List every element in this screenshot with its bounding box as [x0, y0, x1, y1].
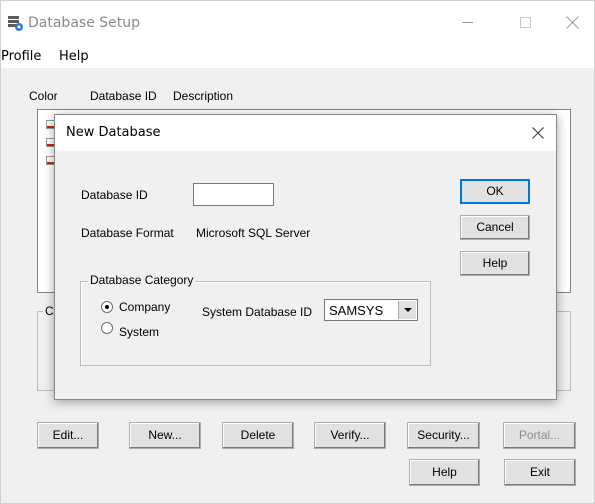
edit-button[interactable]: Edit...	[37, 422, 99, 449]
system-database-id-select[interactable]: SAMSYS	[324, 299, 418, 321]
database-setup-icon	[7, 15, 23, 31]
column-header-color[interactable]: Color	[29, 89, 58, 103]
verify-button[interactable]: Verify...	[314, 422, 386, 449]
database-setup-window: Database Setup Profile Help Color Databa…	[0, 0, 595, 504]
maximize-button[interactable]	[511, 9, 541, 35]
menu-help[interactable]: Help	[59, 49, 89, 64]
new-button[interactable]: New...	[129, 422, 201, 449]
close-icon	[532, 127, 544, 139]
menu-bar: Profile Help	[1, 46, 594, 68]
menu-profile[interactable]: Profile	[1, 49, 41, 64]
cancel-button[interactable]: Cancel	[460, 215, 530, 240]
company-radio[interactable]	[101, 301, 113, 313]
database-format-value: Microsoft SQL Server	[196, 226, 311, 240]
minimize-button[interactable]	[453, 9, 483, 35]
column-header-description[interactable]: Description	[173, 89, 233, 103]
minimize-icon	[462, 22, 473, 23]
database-id-input[interactable]	[193, 183, 274, 206]
database-category-group	[80, 281, 431, 366]
dialog-title-bar: New Database	[55, 115, 556, 151]
dialog-title: New Database	[66, 125, 161, 140]
company-radio-label[interactable]: Company	[119, 300, 170, 314]
system-database-id-label: System Database ID	[202, 305, 313, 319]
security-button[interactable]: Security...	[407, 422, 480, 449]
window-title: Database Setup	[28, 15, 140, 31]
system-radio-label[interactable]: System	[119, 325, 159, 339]
close-window-button[interactable]	[558, 9, 588, 35]
system-radio[interactable]	[101, 322, 113, 334]
ok-button[interactable]: OK	[460, 179, 530, 204]
database-format-label: Database Format	[81, 226, 174, 240]
column-header-database-id[interactable]: Database ID	[90, 89, 157, 103]
exit-button[interactable]: Exit	[504, 459, 576, 486]
new-database-dialog: New Database Database ID Database Format…	[54, 114, 557, 400]
dialog-help-button[interactable]: Help	[460, 251, 530, 276]
dialog-close-button[interactable]	[523, 121, 553, 145]
portal-button: Portal...	[503, 422, 576, 449]
title-bar: Database Setup	[1, 1, 594, 46]
close-icon	[566, 16, 579, 29]
database-id-label: Database ID	[81, 188, 148, 202]
maximize-icon	[520, 17, 531, 28]
database-category-label: Database Category	[88, 273, 196, 287]
system-database-id-value: SAMSYS	[329, 303, 384, 318]
delete-button[interactable]: Delete	[222, 422, 294, 449]
chevron-down-icon[interactable]	[398, 301, 416, 319]
help-button[interactable]: Help	[409, 459, 480, 486]
